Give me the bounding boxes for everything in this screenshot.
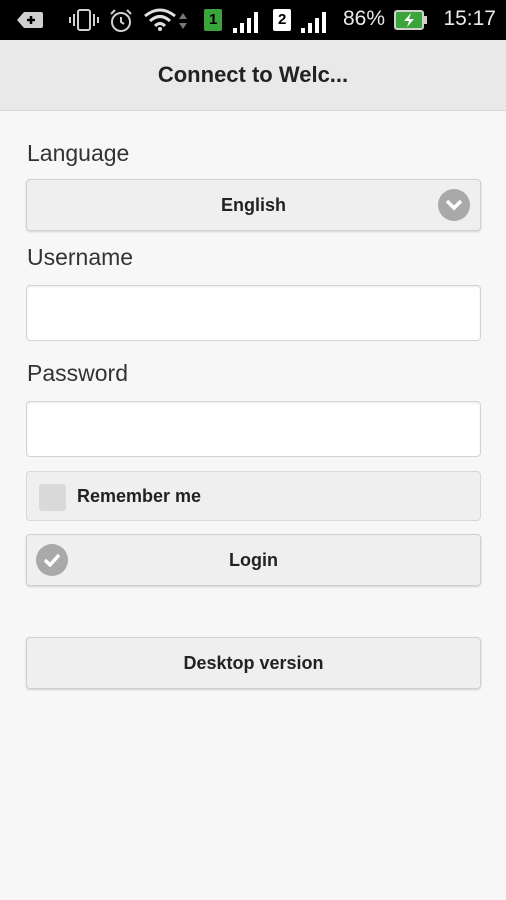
page-title: Connect to Welc... — [157, 62, 349, 87]
wifi-icon — [144, 8, 176, 31]
desktop-version-label: Desktop version — [183, 652, 324, 673]
clock: 15:17 — [443, 7, 496, 30]
username-label: Username — [27, 244, 134, 270]
app-header: Connect to Welc... — [0, 40, 506, 111]
language-label: Language — [27, 140, 130, 166]
signal-icon — [233, 12, 258, 33]
login-button[interactable]: Login — [26, 534, 481, 586]
login-button-label: Login — [229, 549, 278, 570]
notification-add-icon — [17, 12, 43, 28]
sim1-label: 1 — [209, 11, 218, 28]
sim2-label: 2 — [278, 11, 287, 28]
desktop-version-button[interactable]: Desktop version — [26, 637, 481, 689]
password-input[interactable] — [26, 401, 481, 457]
chevron-down-icon — [438, 189, 470, 221]
language-select-value: English — [220, 194, 286, 215]
battery-charging-icon — [394, 10, 427, 30]
username-input[interactable] — [26, 285, 481, 341]
remember-me-checkbox[interactable] — [39, 484, 66, 511]
status-bar: 1 2 86% 15:17 — [0, 0, 506, 40]
remember-me-label: Remember me — [77, 486, 202, 506]
vibrate-icon — [69, 9, 99, 31]
remember-me-checkbox-row[interactable]: Remember me — [26, 471, 481, 521]
data-transfer-icon — [179, 13, 187, 29]
password-label: Password — [27, 360, 128, 386]
battery-percent: 86% — [343, 7, 386, 30]
check-icon — [36, 544, 68, 576]
signal-2-icon — [301, 12, 326, 33]
language-select[interactable]: English — [26, 179, 481, 231]
alarm-icon — [110, 9, 132, 32]
